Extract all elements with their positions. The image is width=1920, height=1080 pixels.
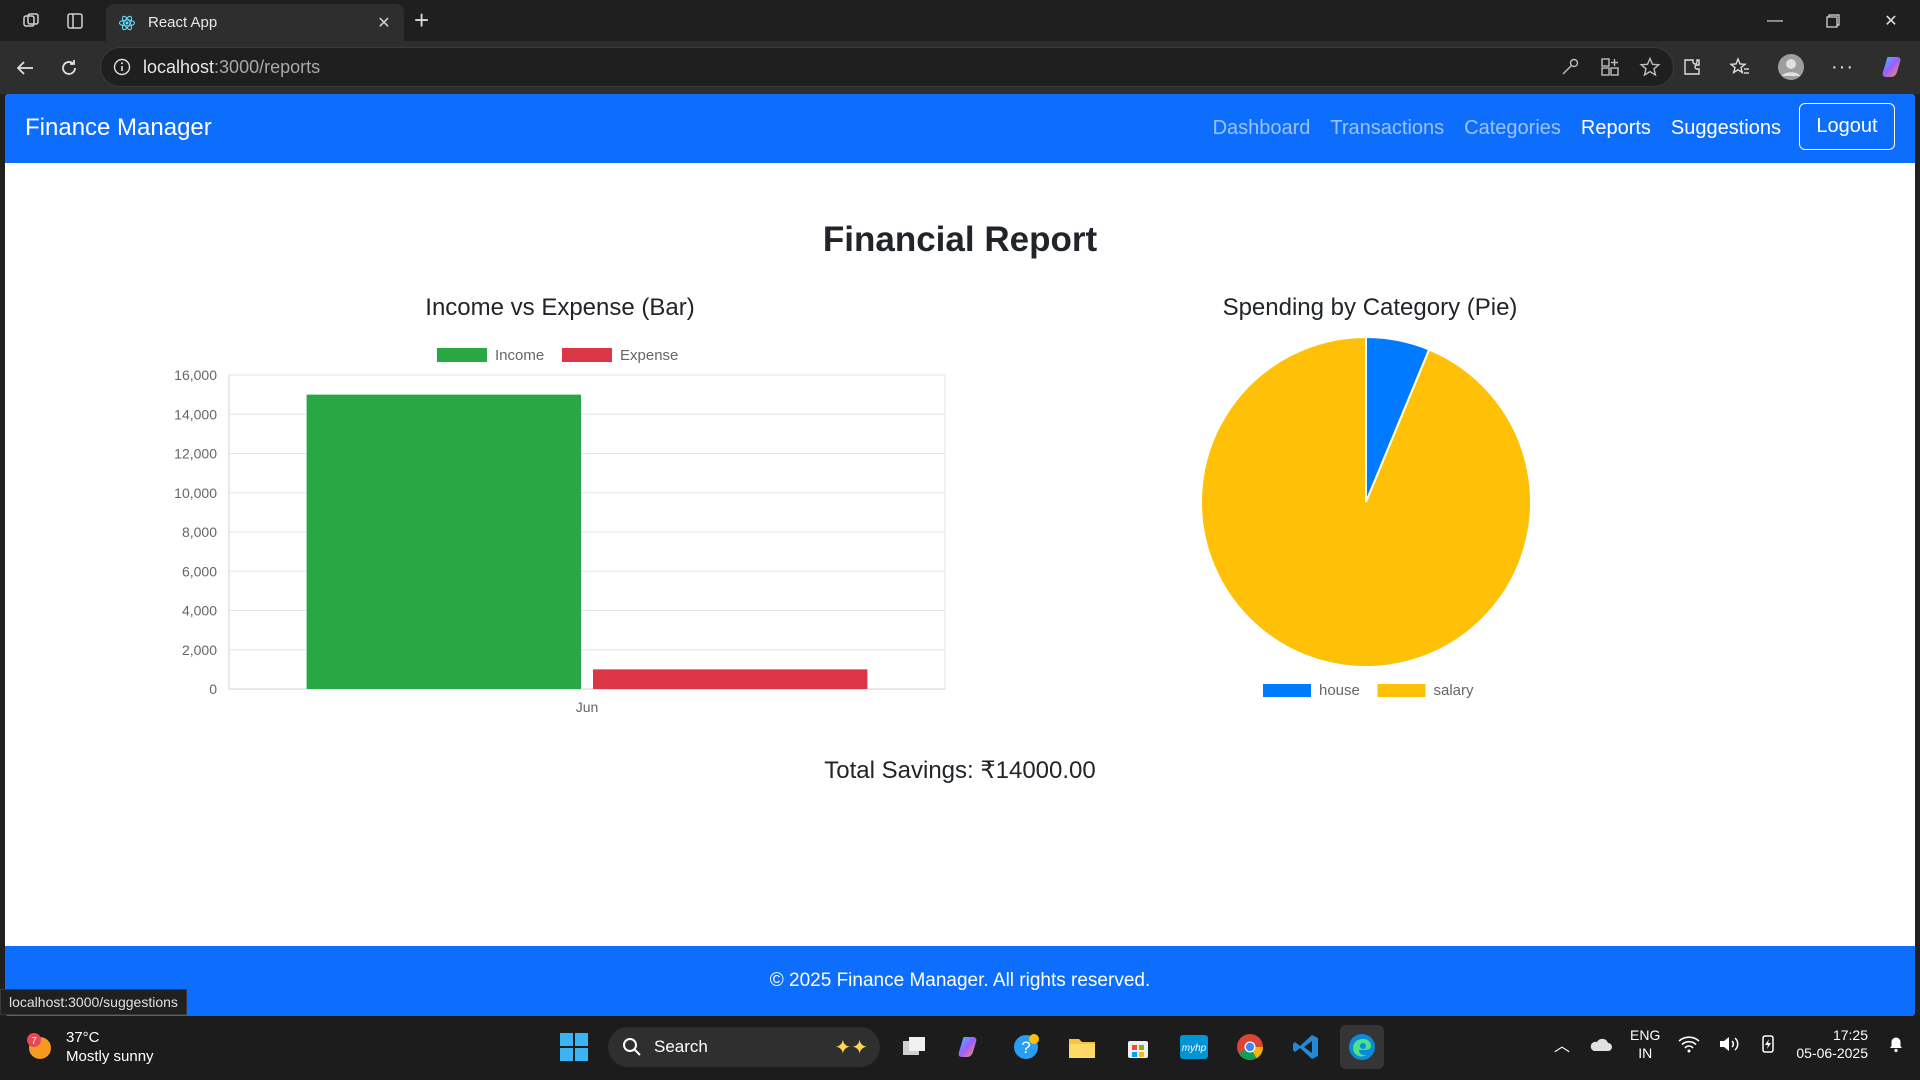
close-tab-icon[interactable]: ✕ xyxy=(374,13,394,33)
weather-widget[interactable]: 7 37°C Mostly sunny xyxy=(24,1028,154,1066)
notifications-icon[interactable] xyxy=(1886,1034,1906,1054)
windows-start-icon[interactable] xyxy=(552,1025,596,1069)
y-tick-label: 6,000 xyxy=(182,563,217,579)
legend-swatch-income xyxy=(437,348,487,362)
total-savings: Total Savings: ₹14000.00 xyxy=(824,757,1096,784)
url-text: localhost:3000/reports xyxy=(143,56,321,77)
workspaces-icon[interactable] xyxy=(18,8,44,34)
windows-taskbar: 7 37°C Mostly sunny Search ✦✦ ? myhp ︿ E… xyxy=(0,1016,1920,1080)
legend-label-income: Income xyxy=(495,347,544,364)
y-tick-label: 0 xyxy=(209,681,217,697)
legend-swatch-expense xyxy=(562,348,612,362)
key-icon[interactable] xyxy=(1559,56,1581,78)
bar-expense xyxy=(593,669,868,689)
address-bar[interactable]: localhost:3000/reports xyxy=(100,47,1674,87)
footer-text: © 2025 Finance Manager. All rights reser… xyxy=(769,970,1151,991)
y-tick-label: 16,000 xyxy=(174,367,217,383)
browser-toolbar: localhost:3000/reports ··· xyxy=(0,41,1920,94)
store-icon[interactable] xyxy=(1116,1025,1160,1069)
chevron-up-icon[interactable]: ︿ xyxy=(1554,1032,1570,1056)
svg-text:?: ? xyxy=(1021,1038,1030,1057)
myhp-icon[interactable]: myhp xyxy=(1172,1025,1216,1069)
wifi-icon[interactable] xyxy=(1678,1035,1700,1053)
y-tick-label: 10,000 xyxy=(174,485,217,501)
browser-tab-active[interactable]: React App ✕ xyxy=(106,4,404,41)
legend-label-expense: Expense xyxy=(620,347,678,364)
task-view-icon[interactable] xyxy=(892,1025,936,1069)
pie-legend-swatch-house xyxy=(1263,684,1311,697)
charts-canvas: 0 2,000 4,000 6,000 8,000 10,000 12,000 14,000 1… xyxy=(174,335,1532,715)
pie-slice-salary xyxy=(1200,335,1532,668)
omnibox-actions xyxy=(1559,56,1661,78)
y-tick-label: 2,000 xyxy=(182,642,217,658)
system-tray: ︿ ENG IN 17:25 05-06-2025 xyxy=(1554,1026,1906,1062)
time: 17:25 xyxy=(1832,1027,1868,1043)
browser-tools: ··· xyxy=(1681,53,1908,81)
taskbar-apps: Search ✦✦ ? myhp xyxy=(552,1025,1384,1069)
svg-text:7: 7 xyxy=(31,1036,37,1047)
copilot-icon[interactable] xyxy=(1880,53,1908,81)
y-tick-label: 12,000 xyxy=(174,446,217,462)
taskbar-search[interactable]: Search ✦✦ xyxy=(608,1027,880,1067)
new-tab-icon[interactable]: + xyxy=(414,6,429,34)
close-window-icon[interactable]: ✕ xyxy=(1862,0,1920,41)
pie-legend-label-salary: salary xyxy=(1434,682,1475,699)
y-tick-label: 14,000 xyxy=(174,406,217,422)
clock[interactable]: 17:25 05-06-2025 xyxy=(1796,1026,1868,1062)
minimize-icon[interactable]: — xyxy=(1746,0,1804,41)
extensions-icon[interactable] xyxy=(1681,56,1703,78)
help-icon[interactable]: ? xyxy=(1004,1025,1048,1069)
app-install-icon[interactable] xyxy=(1599,56,1621,78)
onedrive-icon[interactable] xyxy=(1588,1035,1613,1053)
restore-icon[interactable] xyxy=(1804,0,1862,41)
status-bar-link: localhost:3000/suggestions xyxy=(0,989,187,1015)
favorites-icon[interactable] xyxy=(1729,56,1751,78)
volume-icon[interactable] xyxy=(1718,1035,1740,1053)
copilot-app-icon[interactable] xyxy=(948,1025,992,1069)
react-logo-icon xyxy=(118,15,136,30)
search-icon xyxy=(623,1038,641,1056)
page-viewport: Finance Manager Dashboard Transactions Cat… xyxy=(5,94,1915,1016)
search-label: Search xyxy=(654,1037,708,1056)
date: 05-06-2025 xyxy=(1796,1045,1868,1061)
reload-icon[interactable] xyxy=(54,53,84,83)
vertical-tabs-icon[interactable] xyxy=(62,8,88,34)
sun-icon: 7 xyxy=(27,1033,51,1059)
pie-legend-label-house: house xyxy=(1319,682,1360,699)
browser-tab-bar: React App ✕ + — ✕ xyxy=(0,0,1920,41)
x-tick-label: Jun xyxy=(576,699,599,715)
pie-legend-swatch-salary xyxy=(1377,684,1426,697)
vscode-icon[interactable] xyxy=(1284,1025,1328,1069)
language-indicator[interactable]: ENG IN xyxy=(1630,1026,1660,1062)
edge-icon[interactable] xyxy=(1340,1025,1384,1069)
temperature: 37°C xyxy=(66,1029,100,1046)
svg-text:myhp: myhp xyxy=(1182,1043,1207,1054)
bar-income xyxy=(306,394,581,689)
site-info-icon[interactable] xyxy=(113,58,131,76)
chrome-icon[interactable] xyxy=(1228,1025,1272,1069)
sparkle-icon: ✦✦ xyxy=(834,1036,868,1059)
file-explorer-icon[interactable] xyxy=(1060,1025,1104,1069)
tab-title: React App xyxy=(148,14,218,31)
battery-icon[interactable] xyxy=(1758,1034,1778,1054)
favorite-star-icon[interactable] xyxy=(1639,56,1661,78)
weather-description: Mostly sunny xyxy=(66,1048,154,1065)
y-tick-label: 8,000 xyxy=(182,524,217,540)
back-icon[interactable] xyxy=(10,53,40,83)
footer: © 2025 Finance Manager. All rights reser… xyxy=(5,946,1915,1016)
profile-avatar-icon[interactable] xyxy=(1777,53,1805,81)
y-tick-label: 4,000 xyxy=(182,603,217,619)
more-options-icon[interactable]: ··· xyxy=(1831,56,1854,79)
